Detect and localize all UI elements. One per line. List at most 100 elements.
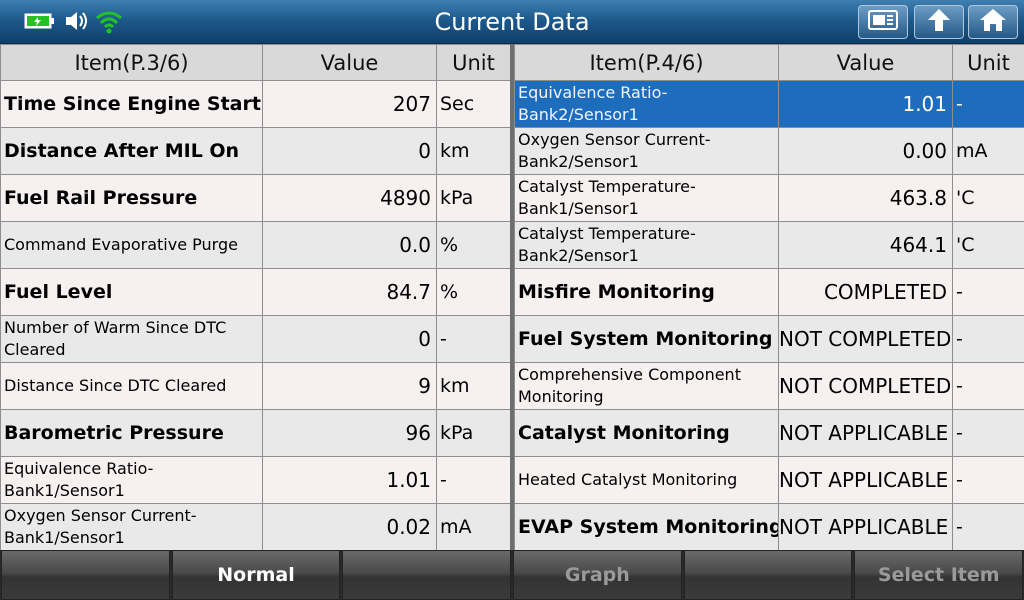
item-name: Fuel Level xyxy=(0,268,263,316)
item-value: NOT APPLICABLE xyxy=(778,456,953,504)
item-unit: mA xyxy=(436,503,511,551)
item-name: Command Evaporative Purge xyxy=(0,221,263,269)
item-unit: km xyxy=(436,362,511,410)
blank-button-5[interactable] xyxy=(683,550,853,600)
table-row[interactable]: Oxygen Sensor Current-Bank1/Sensor1 0.02… xyxy=(0,503,511,551)
item-value: 1.01 xyxy=(262,456,437,504)
item-unit: - xyxy=(436,456,511,504)
table-row[interactable]: Command Evaporative Purge 0.0 % xyxy=(0,221,511,269)
item-unit: - xyxy=(952,315,1024,363)
item-unit: 'C xyxy=(952,174,1024,222)
item-unit: - xyxy=(952,456,1024,504)
item-unit: 'C xyxy=(952,221,1024,269)
item-value: 464.1 xyxy=(778,221,953,269)
item-value: 0.00 xyxy=(778,127,953,175)
table-row[interactable]: EVAP System Monitoring NOT APPLICABLE - xyxy=(514,503,1024,551)
home-icon xyxy=(978,7,1008,37)
left-data-table: Item(P.3/6) Value Unit Time Since Engine… xyxy=(0,44,511,551)
item-unit: % xyxy=(436,221,511,269)
table-row[interactable]: Barometric Pressure 96 kPa xyxy=(0,409,511,457)
table-row[interactable]: Equivalence Ratio-Bank1/Sensor1 1.01 - xyxy=(0,456,511,504)
item-name: Equivalence Ratio-Bank1/Sensor1 xyxy=(0,456,263,504)
item-name: Equivalence Ratio-Bank2/Sensor1 xyxy=(514,80,779,128)
table-row[interactable]: Catalyst Temperature-Bank2/Sensor1 464.1… xyxy=(514,221,1024,269)
item-name: Fuel System Monitoring xyxy=(514,315,779,363)
item-value: 9 xyxy=(262,362,437,410)
blank-button-3[interactable] xyxy=(342,550,512,600)
item-unit: - xyxy=(952,362,1024,410)
right-data-table: Item(P.4/6) Value Unit Equivalence Ratio… xyxy=(514,44,1024,551)
item-value: 207 xyxy=(262,80,437,128)
back-button[interactable] xyxy=(914,5,964,39)
item-unit: km xyxy=(436,127,511,175)
item-name: Time Since Engine Start xyxy=(0,80,263,128)
table-row[interactable]: Misfire Monitoring COMPLETED - xyxy=(514,268,1024,316)
table-row[interactable]: Oxygen Sensor Current-Bank2/Sensor1 0.00… xyxy=(514,127,1024,175)
table-row[interactable]: Distance Since DTC Cleared 9 km xyxy=(0,362,511,410)
item-value: NOT APPLICABLE xyxy=(778,409,953,457)
item-unit: Sec xyxy=(436,80,511,128)
item-value: 1.01 xyxy=(778,80,953,128)
table-row[interactable]: Comprehensive Component Monitoring NOT C… xyxy=(514,362,1024,410)
speaker-icon xyxy=(64,8,92,38)
table-row[interactable]: Fuel Level 84.7 % xyxy=(0,268,511,316)
column-header-unit: Unit xyxy=(436,44,511,81)
wifi-icon xyxy=(94,8,124,38)
column-header-item: Item(P.3/6) xyxy=(0,44,263,81)
column-header-value: Value xyxy=(262,44,437,81)
blank-button-1[interactable] xyxy=(1,550,170,600)
bottom-toolbar: Normal Graph Select Item xyxy=(0,550,1024,600)
item-name: Distance After MIL On xyxy=(0,127,263,175)
table-row[interactable]: Catalyst Temperature-Bank1/Sensor1 463.8… xyxy=(514,174,1024,222)
item-name: Comprehensive Component Monitoring xyxy=(514,362,779,410)
item-value: COMPLETED xyxy=(778,268,953,316)
screenshot-button[interactable] xyxy=(858,5,908,39)
normal-button[interactable]: Normal xyxy=(171,550,341,600)
item-name: Catalyst Monitoring xyxy=(514,409,779,457)
item-value: 0 xyxy=(262,127,437,175)
item-unit: kPa xyxy=(436,409,511,457)
item-name: Oxygen Sensor Current-Bank2/Sensor1 xyxy=(514,127,779,175)
title-bar: Current Data xyxy=(0,0,1024,44)
graph-button[interactable]: Graph xyxy=(513,550,682,600)
column-header-item: Item(P.4/6) xyxy=(514,44,779,81)
battery-icon xyxy=(24,12,56,34)
item-name: Number of Warm Since DTC Cleared xyxy=(0,315,263,363)
item-unit: - xyxy=(952,503,1024,551)
table-row[interactable]: Fuel Rail Pressure 4890 kPa xyxy=(0,174,511,222)
item-unit: % xyxy=(436,268,511,316)
table-row[interactable]: Fuel System Monitoring NOT COMPLETED - xyxy=(514,315,1024,363)
select-item-button[interactable]: Select Item xyxy=(854,550,1024,600)
table-row[interactable]: Time Since Engine Start 207 Sec xyxy=(0,80,511,128)
table-row-selected[interactable]: Equivalence Ratio-Bank2/Sensor1 1.01 - xyxy=(514,80,1024,128)
table-row[interactable]: Distance After MIL On 0 km xyxy=(0,127,511,175)
item-value: 84.7 xyxy=(262,268,437,316)
home-button[interactable] xyxy=(968,5,1018,39)
item-unit: - xyxy=(436,315,511,363)
item-name: Heated Catalyst Monitoring xyxy=(514,456,779,504)
column-header-unit: Unit xyxy=(952,44,1024,81)
table-row[interactable]: Number of Warm Since DTC Cleared 0 - xyxy=(0,315,511,363)
back-arrow-icon xyxy=(924,7,954,37)
item-name: Distance Since DTC Cleared xyxy=(0,362,263,410)
item-value: NOT APPLICABLE xyxy=(778,503,953,551)
item-unit: - xyxy=(952,409,1024,457)
item-name: Misfire Monitoring xyxy=(514,268,779,316)
item-name: Oxygen Sensor Current-Bank1/Sensor1 xyxy=(0,503,263,551)
item-name: EVAP System Monitoring xyxy=(514,503,779,551)
item-value: 0.0 xyxy=(262,221,437,269)
table-row[interactable]: Catalyst Monitoring NOT APPLICABLE - xyxy=(514,409,1024,457)
item-name: Catalyst Temperature-Bank1/Sensor1 xyxy=(514,174,779,222)
item-name: Barometric Pressure xyxy=(0,409,263,457)
item-unit: - xyxy=(952,80,1024,128)
item-value: 96 xyxy=(262,409,437,457)
item-name: Fuel Rail Pressure xyxy=(0,174,263,222)
item-unit: mA xyxy=(952,127,1024,175)
item-value: 0.02 xyxy=(262,503,437,551)
item-unit: - xyxy=(952,268,1024,316)
item-name: Catalyst Temperature-Bank2/Sensor1 xyxy=(514,221,779,269)
item-value: 4890 xyxy=(262,174,437,222)
table-row[interactable]: Heated Catalyst Monitoring NOT APPLICABL… xyxy=(514,456,1024,504)
item-value: 0 xyxy=(262,315,437,363)
item-unit: kPa xyxy=(436,174,511,222)
